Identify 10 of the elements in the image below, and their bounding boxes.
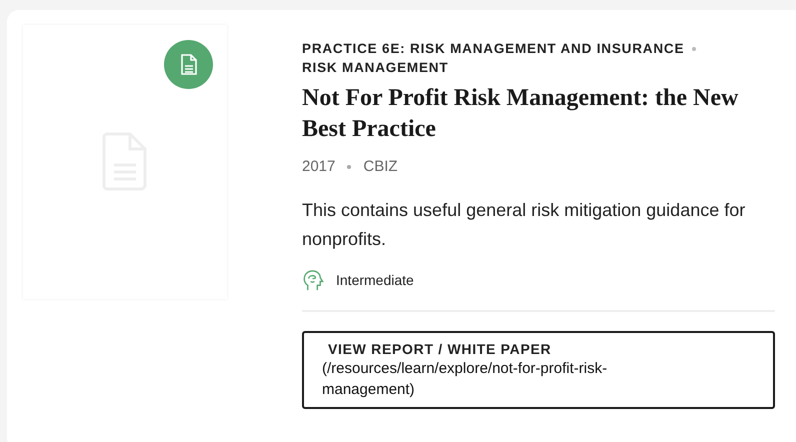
difficulty-label: Intermediate <box>336 270 414 290</box>
category-label: PRACTICE 6E: RISK MANAGEMENT AND INSURANCE <box>302 40 684 58</box>
document-icon <box>180 54 198 76</box>
description: This contains useful general risk mitigation guidance for nonprofits. <box>302 198 746 251</box>
head-icon <box>302 268 325 292</box>
view-report-button[interactable]: VIEW REPORT / WHITE PAPER (/resources/learn/explore/not-for-profit-risk-management) <box>302 330 775 408</box>
meta-text: 2017 <box>302 157 336 177</box>
meta-text: CBIZ <box>363 157 398 177</box>
category-label: RISK MANAGEMENT <box>302 59 448 77</box>
resource-title: Not For Profit Risk Management: the New Best Practice <box>302 84 740 144</box>
